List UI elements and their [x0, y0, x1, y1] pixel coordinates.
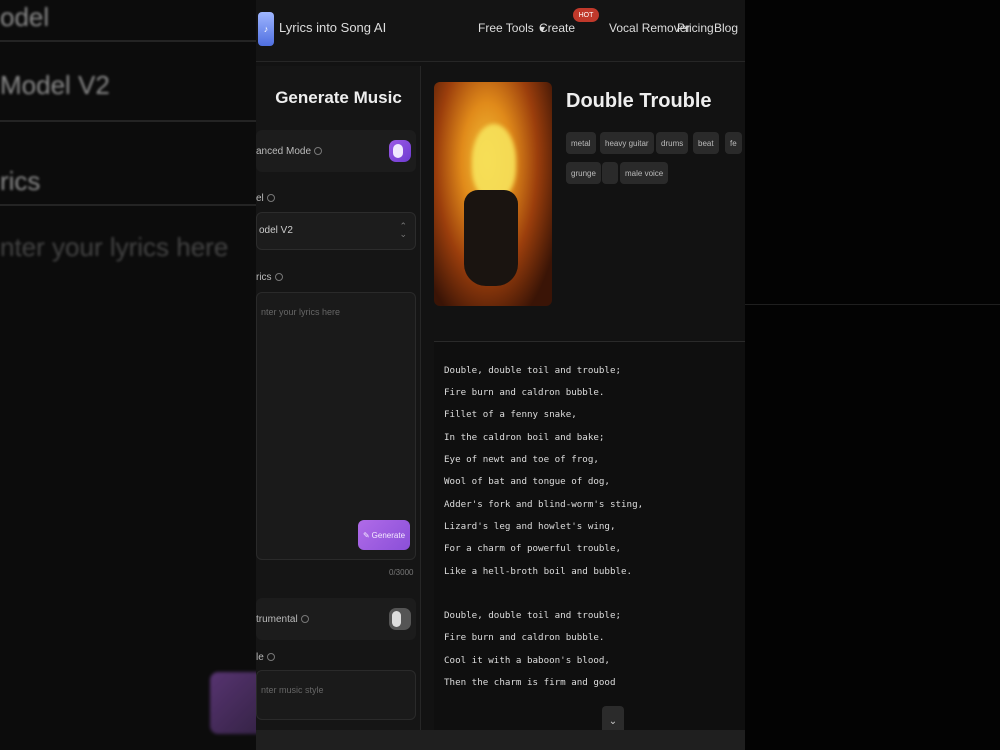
select-arrows-icon: ⌃ ⌄ — [399, 221, 407, 239]
info-icon — [266, 653, 275, 662]
app-window: ♪ Lyrics into Song AI Free Tools ▼ Create… — [256, 0, 745, 750]
background-divider — [745, 304, 1000, 305]
lyric-line: Wool of bat and tongue of dog, — [444, 476, 610, 487]
style-label-text: le — [256, 652, 264, 663]
nav-blog[interactable]: Blog — [714, 21, 738, 35]
instrumental-label: trumental — [256, 614, 309, 625]
tag-male-voice[interactable]: male voice — [620, 162, 669, 184]
background-divider — [0, 120, 256, 122]
background-divider — [0, 40, 256, 42]
tag-drums[interactable]: drums — [656, 132, 689, 154]
lyrics-label: rics — [256, 272, 283, 283]
lyric-line: Adder's fork and blind-worm's sting, — [444, 499, 644, 510]
brand-name[interactable]: Lyrics into Song AI — [279, 20, 386, 35]
background-lyrics-placeholder: nter your lyrics here — [0, 232, 229, 262]
char-counter: 0/3000 — [389, 568, 414, 577]
lyric-line: Fire burn and caldron bubble. — [444, 387, 605, 398]
song-detail: Double Trouble metal heavy guitar drums … — [424, 66, 745, 750]
model-label-text: el — [256, 193, 264, 204]
lyric-line: Fire burn and caldron bubble. — [444, 632, 605, 643]
advanced-mode-label: anced Mode — [256, 146, 323, 157]
generate-music-panel: Generate Music anced Mode el odel V2 ⌃ ⌄ … — [256, 66, 421, 750]
style-input[interactable]: nter music style — [256, 670, 416, 720]
background-lyrics-label: rics — [0, 166, 41, 196]
lyric-line: Double, double toil and trouble; — [444, 610, 622, 621]
background-model-value: Model V2 — [0, 70, 110, 100]
style-label: le — [256, 652, 275, 663]
bottom-bar — [256, 730, 745, 750]
tag-fe[interactable]: fe — [725, 132, 742, 154]
background-left-panel: odel Model V2 rics nter your lyrics here — [0, 0, 256, 750]
background-divider — [0, 204, 256, 206]
tag-metal[interactable]: metal — [566, 132, 596, 154]
instrumental-toggle[interactable] — [389, 608, 411, 630]
song-cover-image — [434, 82, 552, 306]
background-right-panel — [745, 0, 1000, 750]
generate-button-label: Generate — [371, 530, 406, 540]
cover-flame — [472, 124, 516, 198]
music-note-icon[interactable]: ♪ — [258, 12, 274, 46]
lyric-line: In the caldron boil and bake; — [444, 432, 605, 443]
advanced-mode-toggle[interactable] — [389, 140, 411, 162]
lyric-line: Like a hell-broth boil and bubble. — [444, 566, 633, 577]
info-icon — [274, 273, 283, 282]
tag-grunge[interactable]: grunge — [566, 162, 601, 184]
lyrics-display: Double, double toil and trouble; Fire bu… — [434, 342, 745, 750]
advanced-mode-row: anced Mode — [256, 130, 416, 172]
info-icon — [266, 194, 275, 203]
style-placeholder: nter music style — [261, 685, 324, 695]
lyric-line: Double, double toil and trouble; — [444, 365, 622, 376]
generate-lyrics-button[interactable]: ✎ Generate — [358, 520, 410, 550]
lyric-line: Cool it with a baboon's blood, — [444, 655, 610, 666]
model-select[interactable]: odel V2 ⌃ ⌄ — [256, 212, 416, 250]
nav-pricing[interactable]: Pricing — [677, 21, 714, 35]
top-navigation: ♪ Lyrics into Song AI Free Tools ▼ Create… — [256, 0, 745, 62]
background-model-label: odel — [0, 2, 50, 32]
tag-beat[interactable]: beat — [693, 132, 719, 154]
lyric-line: Then the charm is firm and good — [444, 677, 616, 688]
hot-badge: HOT — [573, 8, 599, 22]
nav-create[interactable]: Create — [539, 21, 575, 35]
instrumental-text: trumental — [256, 614, 298, 625]
sparkle-icon: ✎ — [362, 530, 370, 540]
lyric-line: Lizard's leg and howlet's wing, — [444, 521, 616, 532]
lyric-line: For a charm of powerful trouble, — [444, 543, 622, 554]
lyrics-placeholder: nter your lyrics here — [261, 307, 341, 317]
tag-empty[interactable] — [602, 162, 618, 184]
song-title: Double Trouble — [566, 90, 712, 112]
nav-free-tools[interactable]: Free Tools ▼ — [478, 21, 547, 35]
instrumental-row: trumental — [256, 598, 416, 640]
info-icon — [300, 615, 309, 624]
tag-heavy-guitar[interactable]: heavy guitar — [600, 132, 654, 154]
lyric-line: Eye of newt and toe of frog, — [444, 454, 599, 465]
panel-title: Generate Music — [275, 88, 402, 107]
lyrics-label-text: rics — [256, 272, 272, 283]
lyric-line: Fillet of a fenny snake, — [444, 409, 577, 420]
nav-free-tools-label: Free Tools — [478, 21, 534, 35]
model-select-value: odel V2 — [259, 225, 293, 236]
model-label: el — [256, 193, 275, 204]
info-icon — [314, 147, 323, 156]
advanced-mode-text: anced Mode — [256, 146, 312, 157]
cover-cauldron — [464, 190, 518, 286]
